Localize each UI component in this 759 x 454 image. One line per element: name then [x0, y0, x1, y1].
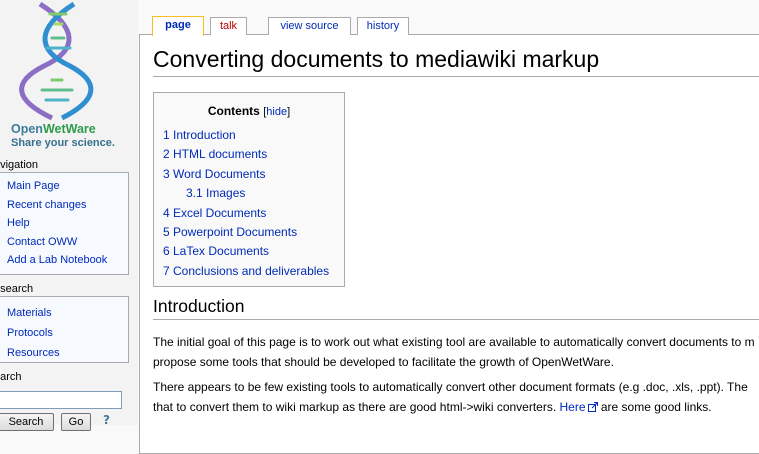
left-sidebar: OpenWetWare Share your science. avigatio… [0, 0, 138, 431]
toc-hide-link[interactable]: hide [266, 106, 287, 118]
nav-link[interactable]: Add a Lab Notebook [7, 254, 107, 266]
research-link[interactable]: Materials [7, 307, 52, 319]
toc-link[interactable]: 3 Word Documents [163, 167, 266, 181]
toc-link[interactable]: 4 Excel Documents [163, 206, 266, 220]
toc-item[interactable]: 3.1 Images [163, 184, 329, 203]
logo-open: Open [11, 122, 43, 136]
nav-item-contact[interactable]: Contact OWW [7, 233, 128, 252]
nav-item-add-notebook[interactable]: Add a Lab Notebook [7, 251, 128, 270]
nav-item-help[interactable]: Help [7, 214, 128, 233]
search-input[interactable] [0, 391, 122, 409]
tab-view-source-label[interactable]: view source [280, 20, 338, 32]
nav-link[interactable]: Recent changes [7, 199, 87, 211]
section-divider [153, 319, 759, 320]
logo-tagline: Share your science. [11, 137, 115, 149]
logo-text: OpenWetWare Share your science. [11, 122, 115, 149]
paragraph-text: that to convert them to wiki markup as t… [153, 400, 560, 414]
toc-link[interactable]: 3.1 Images [186, 186, 245, 200]
research-link[interactable]: Protocols [7, 327, 53, 339]
navigation-portlet: Main Page Recent changes Help Contact OW… [0, 172, 129, 275]
tab-talk[interactable]: talk [210, 17, 247, 35]
nav-link[interactable]: Main Page [7, 180, 60, 192]
title-divider [153, 76, 759, 77]
toc-header: Contents [hide] [154, 104, 344, 118]
nav-link[interactable]: Contact OWW [7, 236, 77, 248]
external-link-icon [587, 402, 598, 412]
toc-link[interactable]: 5 Powerpoint Documents [163, 225, 297, 239]
research-link[interactable]: Resources [7, 347, 60, 359]
toc-hide-close: ] [287, 106, 291, 118]
tab-history-label[interactable]: history [367, 20, 399, 32]
tab-talk-label[interactable]: talk [220, 20, 237, 32]
table-of-contents: Contents [hide] 1 Introduction 2 HTML do… [153, 92, 345, 287]
tab-page[interactable]: page [152, 16, 204, 36]
paragraph-line: There appears to be few existing tools t… [153, 380, 748, 394]
tab-history[interactable]: history [357, 17, 409, 35]
toc-item[interactable]: 2 HTML documents [163, 145, 329, 164]
toc-item[interactable]: 5 Powerpoint Documents [163, 223, 329, 242]
paragraph-line: that to convert them to wiki markup as t… [153, 397, 759, 417]
toc-item[interactable]: 6 LaTex Documents [163, 242, 329, 261]
section-heading-introduction: Introduction [153, 296, 245, 316]
toc-item[interactable]: 3 Word Documents [163, 165, 329, 184]
paragraph-2: There appears to be few existing tools t… [153, 377, 759, 417]
search-heading: earch [0, 371, 22, 383]
toc-link[interactable]: 6 LaTex Documents [163, 244, 269, 258]
nav-item-recent-changes[interactable]: Recent changes [7, 196, 128, 215]
toc-link[interactable]: 2 HTML documents [163, 147, 267, 161]
go-button[interactable]: Go [61, 413, 91, 431]
toc-title: Contents [207, 104, 260, 118]
research-heading: esearch [0, 283, 34, 295]
toc-item[interactable]: 1 Introduction [163, 126, 329, 145]
paragraph-line: The initial goal of this page is to work… [153, 335, 755, 349]
nav-item-main-page[interactable]: Main Page [7, 177, 128, 196]
toc-item[interactable]: 7 Conclusions and deliverables [163, 262, 329, 281]
research-portlet: Materials Protocols Resources [0, 296, 129, 363]
toc-link[interactable]: 7 Conclusions and deliverables [163, 264, 329, 278]
page-title: Converting documents to mediawiki markup [153, 46, 600, 72]
toc-link[interactable]: 1 Introduction [163, 128, 236, 142]
tab-view-source[interactable]: view source [268, 17, 351, 35]
toc-hide-toggle: [hide] [263, 106, 290, 118]
toc-list: 1 Introduction 2 HTML documents 3 Word D… [163, 126, 329, 281]
paragraph-text: are some good links. [597, 400, 712, 414]
nav-link[interactable]: Help [7, 217, 30, 229]
paragraph-1: The initial goal of this page is to work… [153, 332, 759, 372]
paragraph-line: propose some tools that should be develo… [153, 355, 614, 369]
toc-item[interactable]: 4 Excel Documents [163, 204, 329, 223]
search-button[interactable]: Search [0, 413, 54, 431]
logo-wetware: WetWare [42, 122, 96, 136]
research-item-materials[interactable]: Materials [7, 303, 128, 323]
tab-page-label[interactable]: page [165, 19, 191, 31]
research-item-protocols[interactable]: Protocols [7, 323, 128, 343]
research-item-resources[interactable]: Resources [7, 343, 128, 363]
here-link[interactable]: Here [560, 400, 586, 414]
navigation-heading: avigation [0, 159, 39, 171]
